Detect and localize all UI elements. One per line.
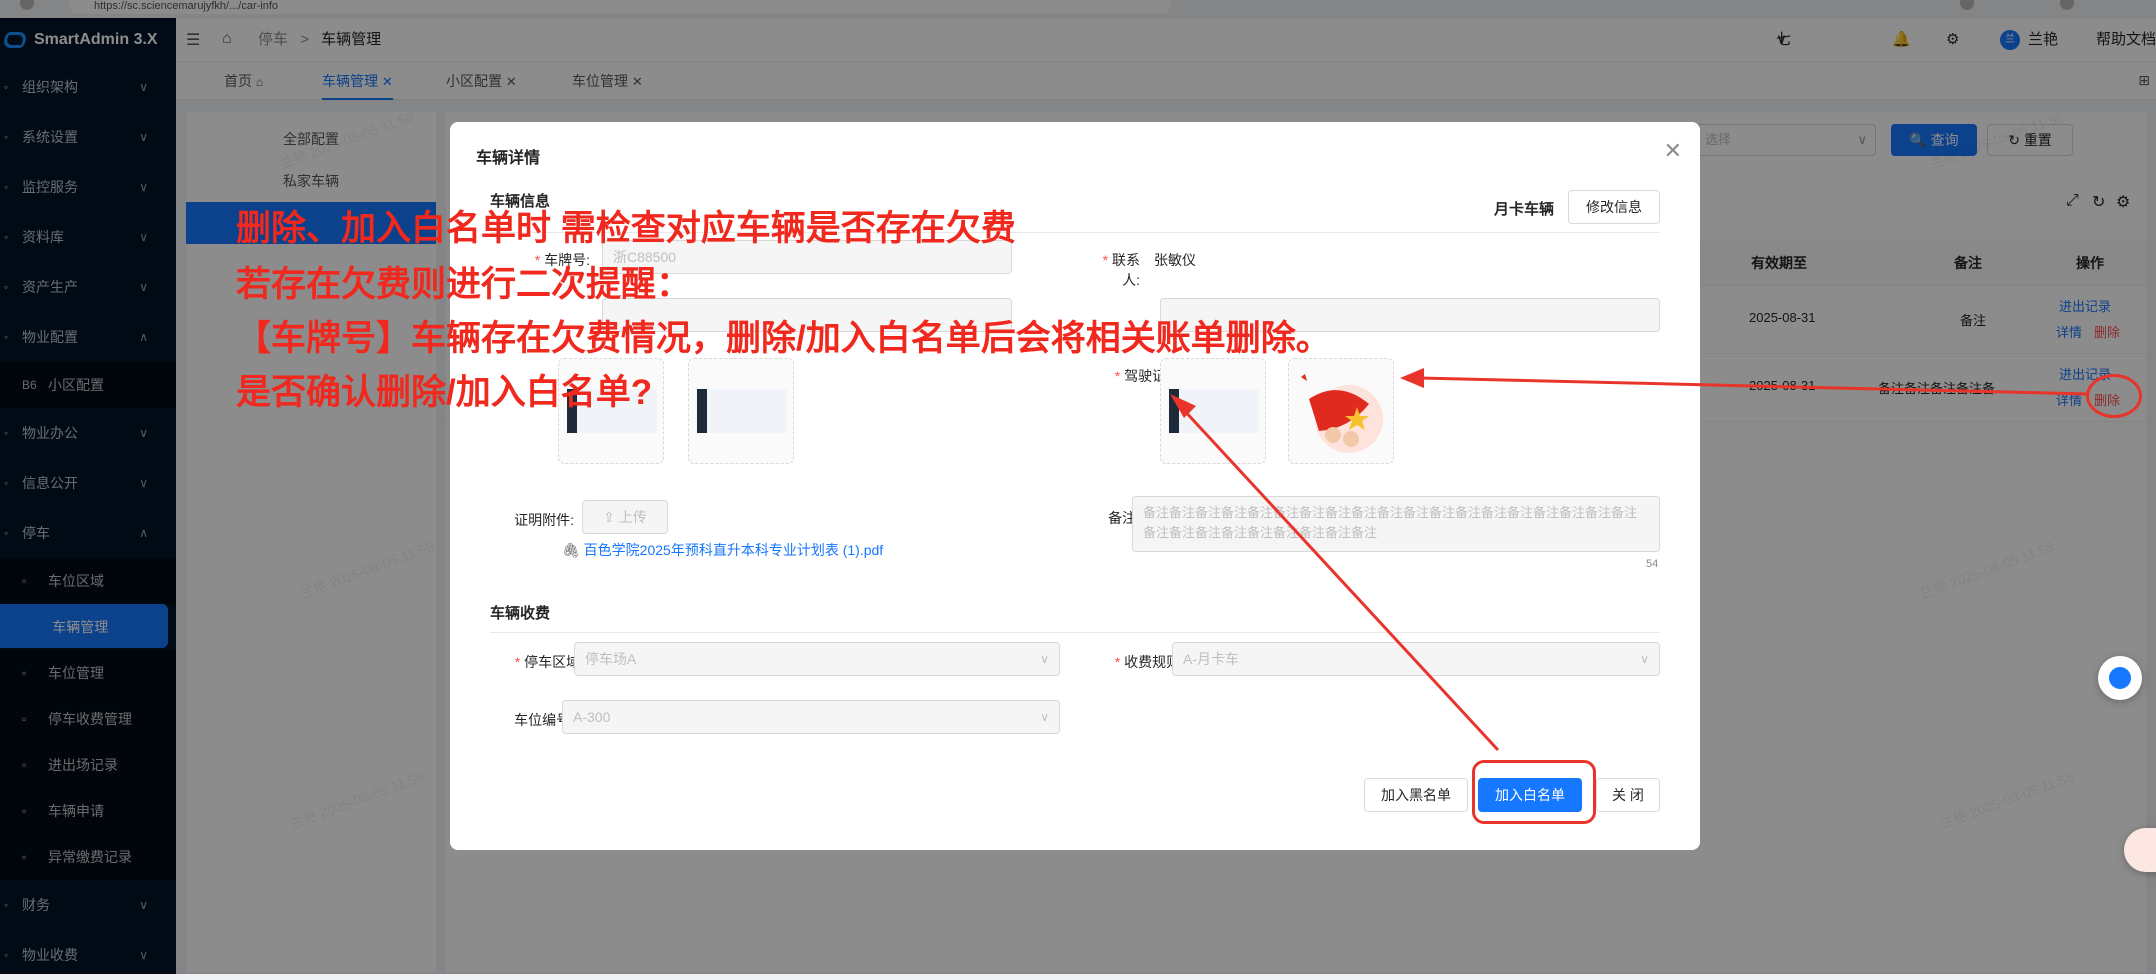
paperclip-icon: 🖇 [562,542,580,558]
photo-preview [1169,389,1259,433]
chevron-down-icon: ∨ [1040,652,1049,666]
area-select-value: 停车场A [585,651,637,667]
attachment-file-link[interactable]: 🖇 百色学院2025年预科直升本科专业计划表 (1).pdf [562,540,883,560]
rule-label: * 收费规则: [1114,654,1184,670]
divider [490,632,1660,633]
close-button[interactable]: 关 闭 [1596,778,1660,812]
delete-highlight-ring [2086,374,2142,418]
rule-select[interactable]: A-月卡车 ∨ [1172,642,1660,676]
section-vehicle-charge: 车辆收费 [490,605,551,622]
license-photo-2[interactable] [1288,358,1394,464]
contact-label-text: 联系人: [1112,252,1140,288]
close-icon[interactable]: ✕ [1664,138,1682,164]
chevron-down-icon: ∨ [1640,652,1649,666]
upload-icon: ⇪ [603,509,615,525]
flag-emblem-image [1301,374,1383,453]
annotation-line-1: 删除、加入白名单时 需检查对应车辆是否存在欠费 [236,209,1016,248]
spot-select[interactable]: A-300 ∨ [562,700,1060,734]
card-type-label: 月卡车辆 [1494,201,1555,218]
modal-title: 车辆详情 [476,150,541,167]
annotation-line-2: 若存在欠费则进行二次提醒： [236,265,692,304]
contact-label: * 联系人: [1102,252,1140,288]
photo-preview [697,389,787,433]
rule-select-value: A-月卡车 [1183,651,1239,667]
chat-float-button[interactable] [2098,656,2142,700]
area-select[interactable]: 停车场A ∨ [574,642,1060,676]
annotation-line-4: 是否确认删除/加入白名单? [236,373,653,412]
chat-icon [2109,667,2131,689]
vehicle-photo-2[interactable] [688,358,794,464]
edit-info-button[interactable]: 修改信息 [1568,190,1660,224]
attachment-file-name: 百色学院2025年预科直升本科专业计划表 (1).pdf [583,542,884,558]
upload-button[interactable]: ⇪ 上传 [582,500,668,534]
attachment-label: 证明附件: [514,512,574,528]
license-label: * 驾驶证: [1114,368,1170,384]
annotation-line-3: 【车牌号】车辆存在欠费情况，删除/加入白名单后会将相关账单删除。 [236,319,1331,358]
remark-count: 54 [1646,558,1659,570]
license-photo-1[interactable] [1160,358,1266,464]
contact-value: 张敏仪 [1154,252,1196,268]
chevron-down-icon: ∨ [1040,710,1049,724]
whitelist-highlight-ring [1472,760,1596,824]
spot-select-value: A-300 [573,709,611,725]
remark-textarea[interactable]: 备注备注备注备注备注备注备注备注备注备注备注备注备注备注备注备注备注备注备注备注… [1132,496,1660,552]
area-label: * 停车区域: [514,654,584,670]
spot-label: 车位编号: [514,712,574,728]
upload-button-label: 上传 [618,509,647,525]
add-blacklist-button[interactable]: 加入黑名单 [1364,778,1468,812]
